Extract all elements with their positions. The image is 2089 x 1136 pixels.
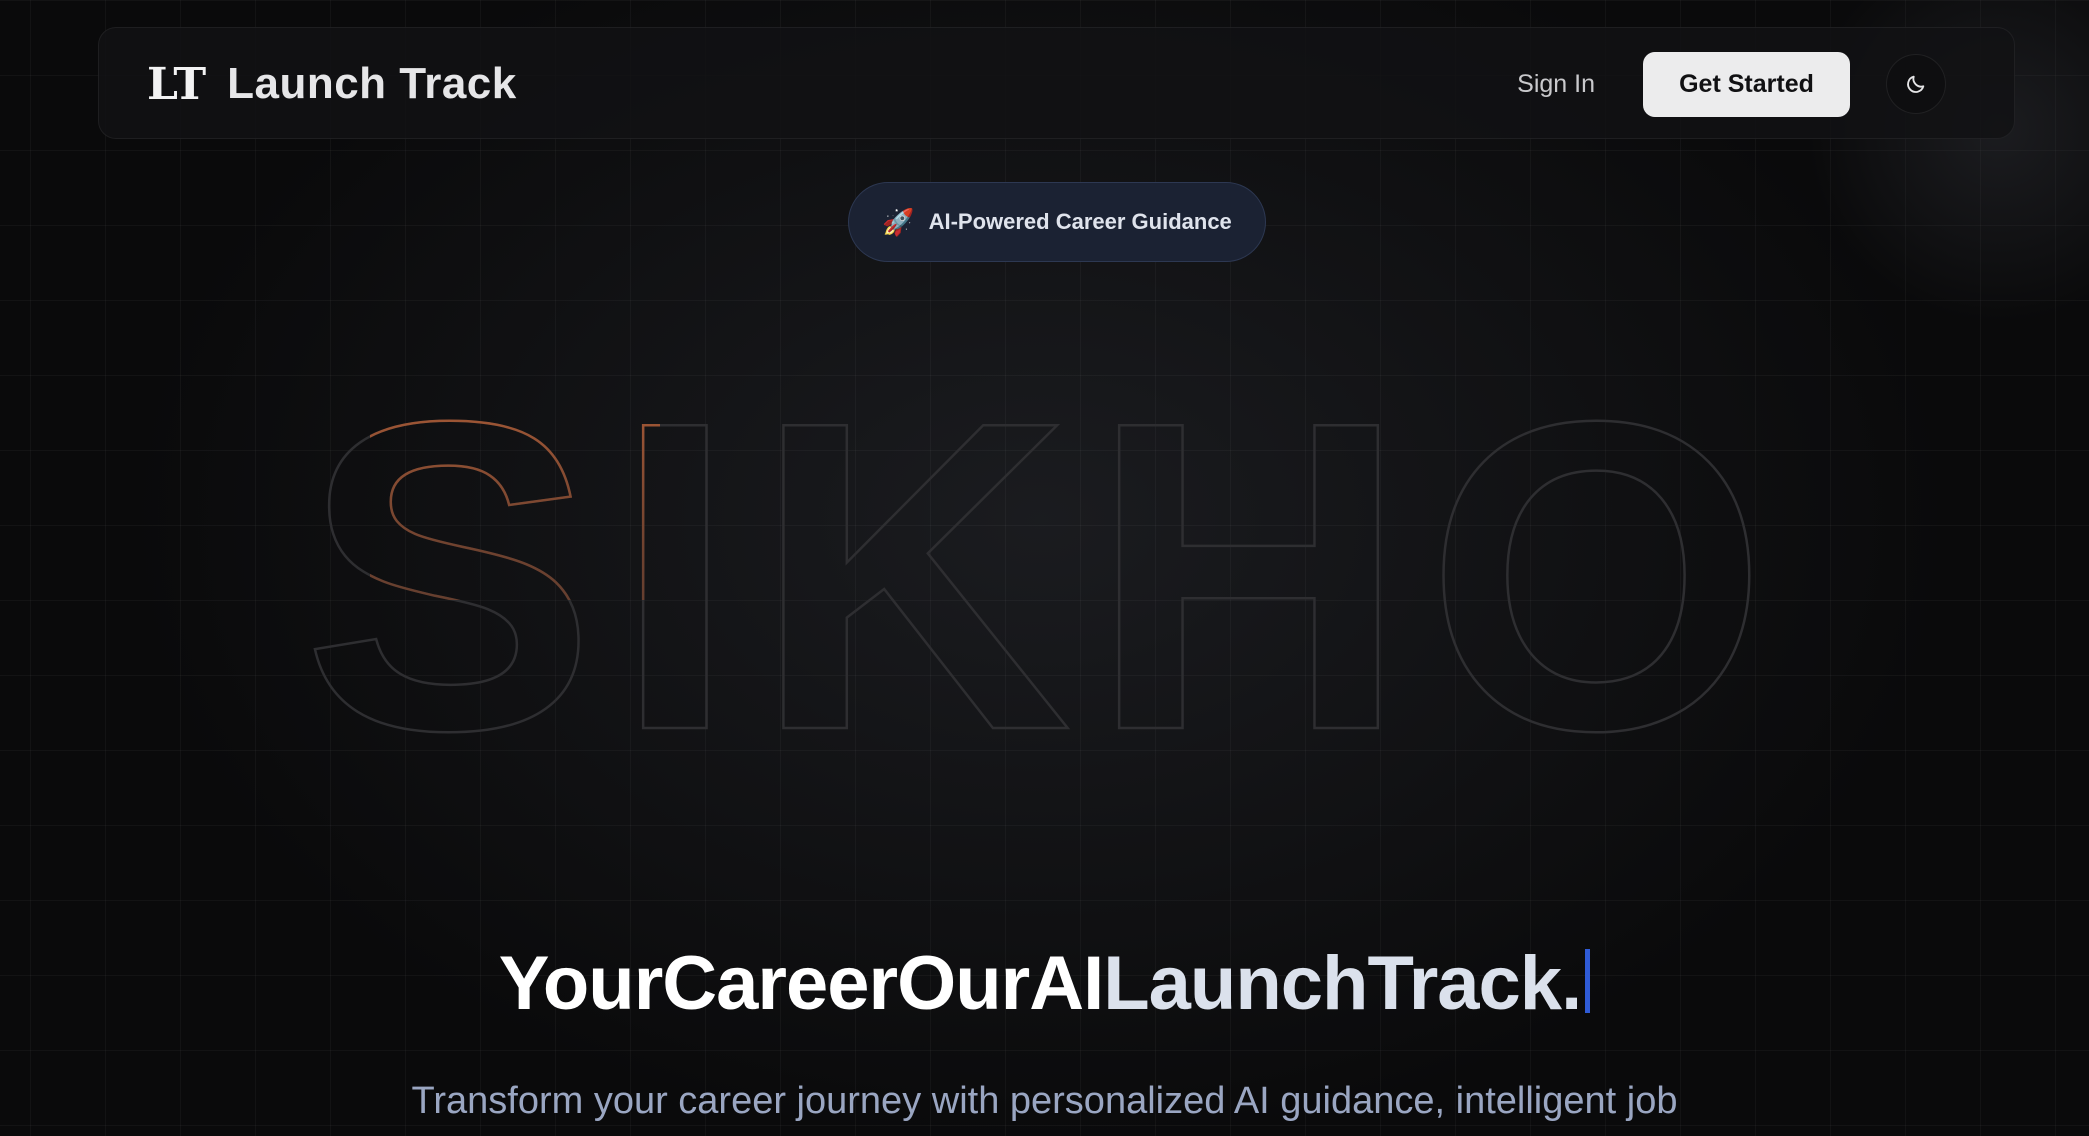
hero-subtitle: Transform your career journey with perso… bbox=[411, 1080, 1678, 1122]
brand-logo[interactable]: LT Launch Track bbox=[147, 28, 517, 140]
sign-in-link[interactable]: Sign In bbox=[1517, 70, 1595, 99]
headline-part-1: YourCareerOurAI bbox=[498, 941, 1104, 1026]
outline-word: SIKHO bbox=[302, 331, 1785, 822]
page: SIKHO SIKHO LT Launch Track Sign In Get … bbox=[0, 0, 2089, 1136]
ai-guidance-badge: 🚀 AI-Powered Career Guidance bbox=[848, 182, 1266, 262]
nav-actions: Sign In Get Started bbox=[1517, 28, 2014, 140]
headline-part-2: LaunchTrack. bbox=[1103, 941, 1582, 1026]
typing-cursor bbox=[1585, 949, 1591, 1013]
brand-name: Launch Track bbox=[227, 59, 517, 108]
moon-icon bbox=[1907, 75, 1925, 93]
rocket-icon: 🚀 bbox=[882, 207, 915, 237]
theme-toggle-button[interactable] bbox=[1886, 54, 1946, 114]
outline-word-accent: SIKHO bbox=[302, 331, 1785, 822]
hero-headline: YourCareerOurAILaunchTrack. bbox=[0, 940, 2089, 1027]
get-started-button[interactable]: Get Started bbox=[1643, 51, 1850, 117]
badge-label: AI-Powered Career Guidance bbox=[928, 209, 1232, 234]
brand-mark: LT bbox=[147, 58, 206, 110]
navbar: LT Launch Track Sign In Get Started bbox=[98, 27, 2015, 139]
